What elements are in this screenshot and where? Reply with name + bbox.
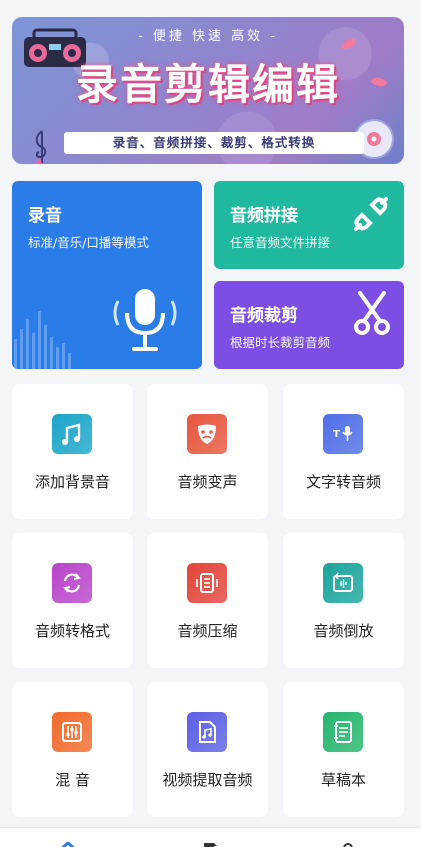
banner-subline: 录音、音频拼接、裁剪、格式转换 [64, 132, 364, 154]
splice-desc: 任意音频文件拼接 [230, 235, 331, 250]
tool-label: 文字转音频 [305, 473, 381, 491]
svg-text:T: T [333, 429, 340, 440]
tool-label: 草稿本 [320, 771, 366, 789]
tool-label: 音频变声 [177, 473, 238, 491]
splice-card[interactable]: 音频拼接 任意音频文件拼接 [214, 181, 404, 269]
profile-icon[interactable] [336, 842, 360, 847]
document-icon[interactable] [198, 842, 222, 847]
microphone-icon [113, 289, 177, 351]
cut-card[interactable]: 音频裁剪 根据时长裁剪音频 [214, 281, 404, 369]
convert-icon [52, 563, 92, 603]
tool-tile[interactable]: T 文字转音频 [283, 384, 404, 519]
tool-tile[interactable]: 音频压缩 [147, 533, 268, 668]
tool-tile[interactable]: 草稿本 [283, 682, 404, 817]
record-title: 录音 [28, 206, 62, 226]
tool-label: 混 音 [55, 771, 90, 789]
music-file-icon [187, 712, 227, 752]
record-desc: 标准/音乐/口播等模式 [28, 235, 149, 250]
soundwave-icon [14, 311, 71, 369]
hero-banner[interactable]: - 便捷 快速 高效 - 录音剪辑编辑 录音、音频拼接、裁剪、格式转换 [12, 17, 404, 164]
tool-label: 音频倒放 [313, 622, 374, 640]
bottom-nav [0, 827, 421, 847]
splice-title: 音频拼接 [230, 206, 298, 226]
music-note-icon [52, 414, 92, 454]
tool-tile[interactable]: 音频变声 [147, 384, 268, 519]
treble-clef-icon [35, 130, 47, 164]
scissors-icon [354, 291, 390, 335]
record-card[interactable]: 录音 标准/音乐/口播等模式 [12, 181, 202, 369]
tool-tile[interactable]: 混 音 [12, 682, 133, 817]
mask-icon [187, 414, 227, 454]
tool-tile[interactable]: 音频转格式 [12, 533, 133, 668]
home-icon[interactable] [56, 842, 80, 847]
reverse-icon [323, 563, 363, 603]
cut-desc: 根据时长裁剪音频 [230, 335, 331, 350]
tool-label: 视频提取音频 [162, 771, 253, 789]
tool-tile[interactable]: 视频提取音频 [147, 682, 268, 817]
compress-icon [187, 563, 227, 603]
tool-label: 添加背景音 [34, 473, 110, 491]
link-icon [354, 197, 388, 231]
tool-label: 音频压缩 [177, 622, 238, 640]
banner-headline: 录音剪辑编辑 [75, 60, 340, 109]
tool-label: 音频转格式 [34, 622, 110, 640]
banner-tagline: - 便捷 快速 高效 - [138, 29, 278, 44]
mixer-icon [52, 712, 92, 752]
tool-tile[interactable]: 添加背景音 [12, 384, 133, 519]
text-to-speech-icon: T [323, 414, 363, 454]
draft-icon [323, 712, 363, 752]
cut-title: 音频裁剪 [230, 306, 298, 326]
tool-tile[interactable]: 音频倒放 [283, 533, 404, 668]
